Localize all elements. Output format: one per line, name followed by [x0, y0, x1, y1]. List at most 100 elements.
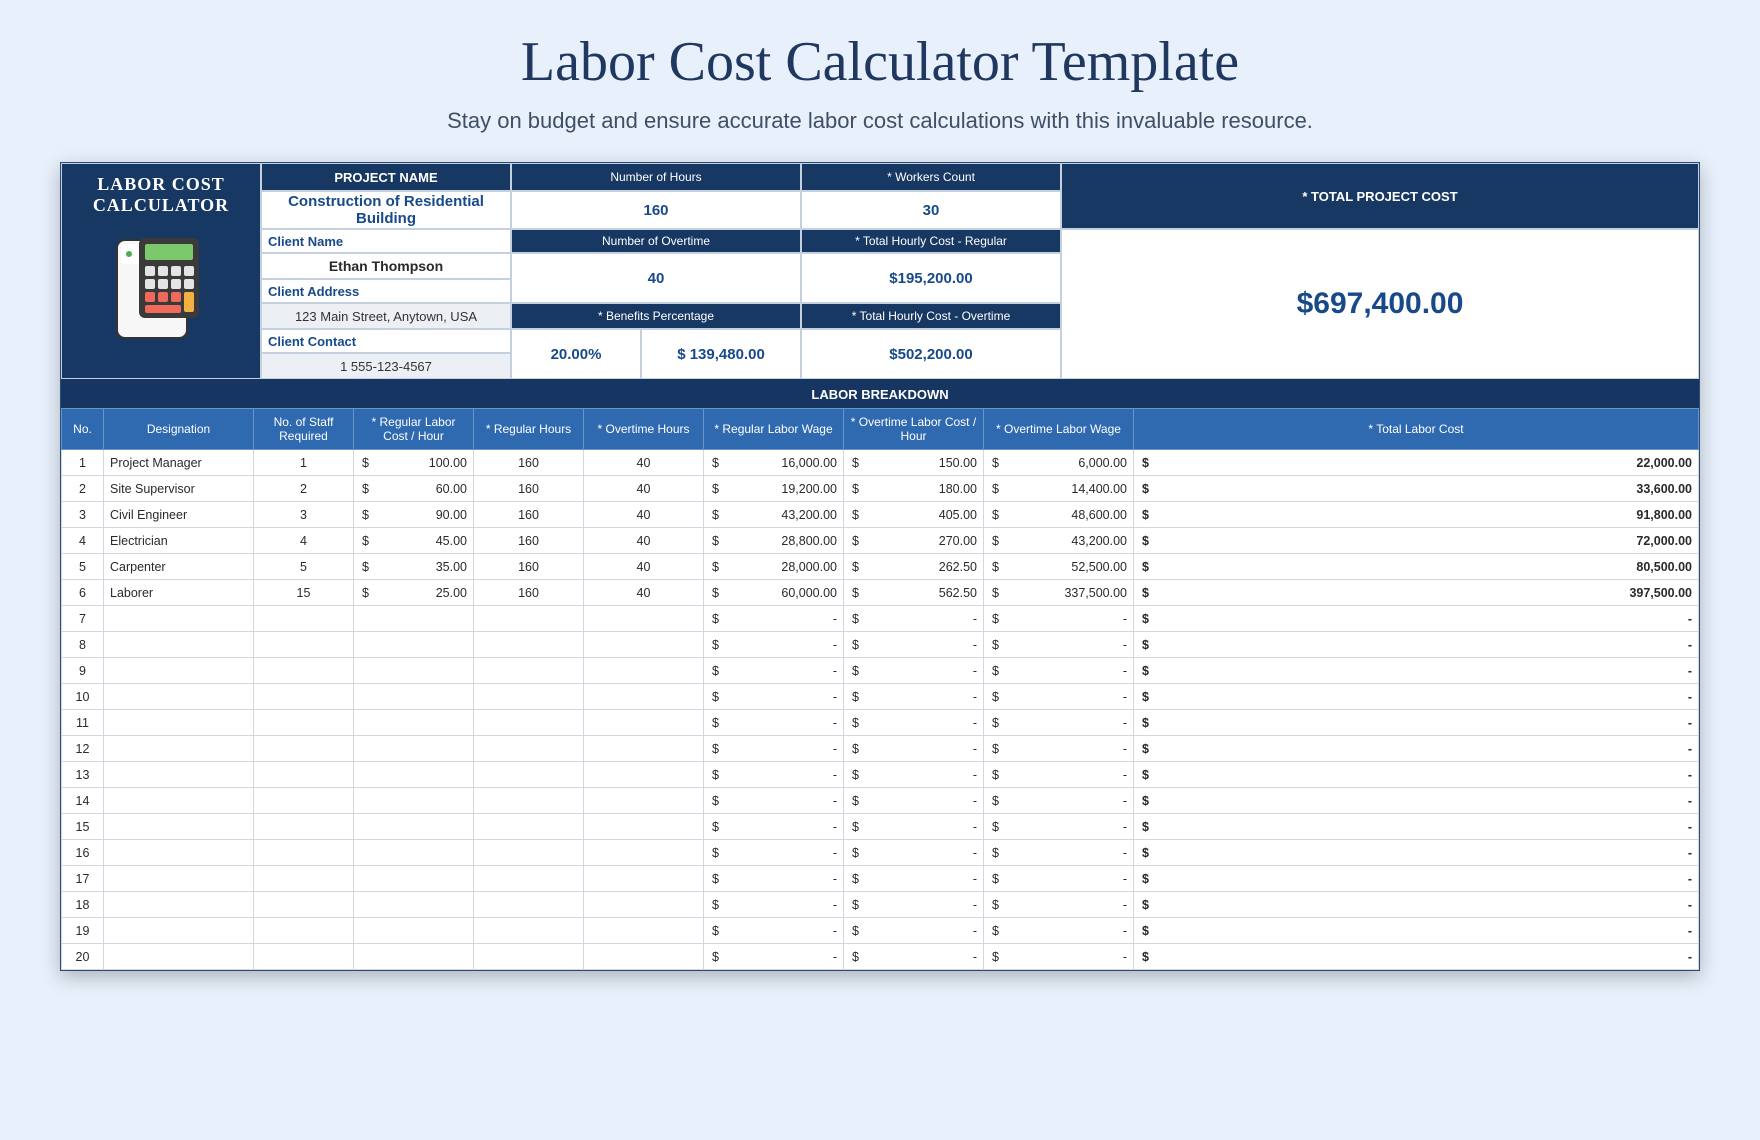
money-cell[interactable]: $16,000.00	[704, 450, 844, 476]
empty-cell[interactable]	[354, 736, 474, 762]
money-cell[interactable]: $25.00	[354, 580, 474, 606]
ot-hours[interactable]: 40	[584, 476, 704, 502]
empty-cell[interactable]	[254, 606, 354, 632]
money-cell[interactable]: $28,000.00	[704, 554, 844, 580]
money-cell[interactable]: $-	[844, 710, 984, 736]
money-cell[interactable]: $-	[984, 632, 1134, 658]
money-cell[interactable]: $-	[844, 632, 984, 658]
money-cell[interactable]: $48,600.00	[984, 502, 1134, 528]
empty-cell[interactable]	[354, 606, 474, 632]
money-cell[interactable]: $-	[1134, 918, 1699, 944]
empty-cell[interactable]	[474, 684, 584, 710]
empty-cell[interactable]	[354, 710, 474, 736]
money-cell[interactable]: $-	[984, 892, 1134, 918]
money-cell[interactable]: $180.00	[844, 476, 984, 502]
empty-cell[interactable]	[474, 840, 584, 866]
money-cell[interactable]: $-	[704, 918, 844, 944]
empty-cell[interactable]	[104, 814, 254, 840]
money-cell[interactable]: $33,600.00	[1134, 476, 1699, 502]
designation[interactable]: Civil Engineer	[104, 502, 254, 528]
empty-cell[interactable]	[354, 788, 474, 814]
empty-cell[interactable]	[354, 866, 474, 892]
ot-hours[interactable]: 40	[584, 528, 704, 554]
money-cell[interactable]: $43,200.00	[704, 502, 844, 528]
money-cell[interactable]: $-	[844, 736, 984, 762]
designation[interactable]: Electrician	[104, 528, 254, 554]
empty-cell[interactable]	[254, 918, 354, 944]
project-name-value[interactable]: Construction of Residential Building	[261, 191, 511, 229]
empty-cell[interactable]	[254, 710, 354, 736]
reg-hours[interactable]: 160	[474, 528, 584, 554]
empty-cell[interactable]	[584, 918, 704, 944]
money-cell[interactable]: $14,400.00	[984, 476, 1134, 502]
money-cell[interactable]: $270.00	[844, 528, 984, 554]
money-cell[interactable]: $-	[984, 736, 1134, 762]
money-cell[interactable]: $-	[984, 840, 1134, 866]
money-cell[interactable]: $91,800.00	[1134, 502, 1699, 528]
reg-hours[interactable]: 160	[474, 554, 584, 580]
empty-cell[interactable]	[104, 762, 254, 788]
empty-cell[interactable]	[254, 814, 354, 840]
empty-cell[interactable]	[104, 840, 254, 866]
empty-cell[interactable]	[354, 762, 474, 788]
empty-cell[interactable]	[474, 788, 584, 814]
ot-hours[interactable]: 40	[584, 580, 704, 606]
reg-hours[interactable]: 160	[474, 580, 584, 606]
benefits-pct-value[interactable]: 20.00%	[511, 329, 641, 379]
workers-value[interactable]: 30	[801, 191, 1061, 229]
empty-cell[interactable]	[584, 606, 704, 632]
money-cell[interactable]: $-	[984, 814, 1134, 840]
empty-cell[interactable]	[254, 840, 354, 866]
money-cell[interactable]: $-	[1134, 606, 1699, 632]
empty-cell[interactable]	[104, 606, 254, 632]
client-name-value[interactable]: Ethan Thompson	[261, 253, 511, 279]
empty-cell[interactable]	[584, 632, 704, 658]
designation[interactable]: Project Manager	[104, 450, 254, 476]
empty-cell[interactable]	[354, 684, 474, 710]
money-cell[interactable]: $43,200.00	[984, 528, 1134, 554]
money-cell[interactable]: $-	[984, 606, 1134, 632]
empty-cell[interactable]	[584, 658, 704, 684]
empty-cell[interactable]	[104, 710, 254, 736]
staff[interactable]: 5	[254, 554, 354, 580]
empty-cell[interactable]	[584, 788, 704, 814]
staff[interactable]: 1	[254, 450, 354, 476]
empty-cell[interactable]	[474, 710, 584, 736]
money-cell[interactable]: $-	[704, 632, 844, 658]
empty-cell[interactable]	[104, 788, 254, 814]
empty-cell[interactable]	[104, 892, 254, 918]
empty-cell[interactable]	[254, 684, 354, 710]
money-cell[interactable]: $80,500.00	[1134, 554, 1699, 580]
money-cell[interactable]: $-	[704, 736, 844, 762]
empty-cell[interactable]	[584, 762, 704, 788]
reg-hours[interactable]: 160	[474, 476, 584, 502]
ot-hours[interactable]: 40	[584, 450, 704, 476]
empty-cell[interactable]	[474, 866, 584, 892]
money-cell[interactable]: $397,500.00	[1134, 580, 1699, 606]
money-cell[interactable]: $-	[1134, 866, 1699, 892]
empty-cell[interactable]	[474, 658, 584, 684]
staff[interactable]: 4	[254, 528, 354, 554]
money-cell[interactable]: $-	[704, 892, 844, 918]
empty-cell[interactable]	[474, 632, 584, 658]
money-cell[interactable]: $-	[984, 788, 1134, 814]
money-cell[interactable]: $35.00	[354, 554, 474, 580]
empty-cell[interactable]	[254, 658, 354, 684]
money-cell[interactable]: $-	[704, 944, 844, 970]
empty-cell[interactable]	[254, 736, 354, 762]
designation[interactable]: Site Supervisor	[104, 476, 254, 502]
empty-cell[interactable]	[584, 944, 704, 970]
client-address-value[interactable]: 123 Main Street, Anytown, USA	[261, 303, 511, 329]
empty-cell[interactable]	[584, 814, 704, 840]
empty-cell[interactable]	[254, 762, 354, 788]
money-cell[interactable]: $-	[704, 606, 844, 632]
empty-cell[interactable]	[354, 632, 474, 658]
empty-cell[interactable]	[354, 892, 474, 918]
ot-hours[interactable]: 40	[584, 554, 704, 580]
empty-cell[interactable]	[584, 710, 704, 736]
money-cell[interactable]: $150.00	[844, 450, 984, 476]
money-cell[interactable]: $405.00	[844, 502, 984, 528]
money-cell[interactable]: $-	[844, 684, 984, 710]
money-cell[interactable]: $-	[1134, 814, 1699, 840]
overtime-value[interactable]: 40	[511, 253, 801, 303]
